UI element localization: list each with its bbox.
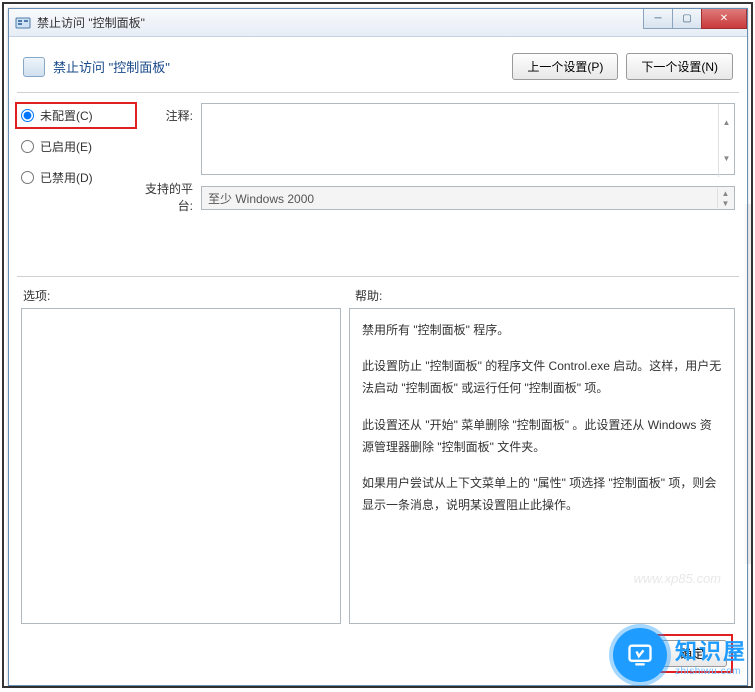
ok-button[interactable]: 确定 [657, 640, 727, 667]
side-shadow [743, 204, 751, 564]
policy-title: 禁止访问 "控制面板" [53, 57, 504, 76]
radio-enabled[interactable]: 已启用(E) [21, 138, 131, 155]
radio-disabled[interactable]: 已禁用(D) [21, 169, 131, 186]
radio-enabled-input[interactable] [21, 140, 34, 153]
help-panel: 禁用所有 "控制面板" 程序。 此设置防止 "控制面板" 的程序文件 Contr… [349, 308, 735, 624]
radio-enabled-label: 已启用(E) [40, 138, 92, 155]
supported-platform-field: 至少 Windows 2000 ▲▼ [201, 186, 735, 210]
radio-not-configured[interactable]: 未配置(C) [15, 102, 137, 129]
help-p3: 此设置还从 "开始" 菜单删除 "控制面板" 。此设置还从 Windows 资源… [362, 414, 722, 458]
titlebar: 禁止访问 "控制面板" ─ ▢ ✕ [9, 9, 747, 37]
close-button[interactable]: ✕ [701, 9, 747, 29]
ok-highlight-box: 确定 [651, 634, 733, 673]
help-p1: 禁用所有 "控制面板" 程序。 [362, 319, 722, 341]
header-row: 禁止访问 "控制面板" 上一个设置(P) 下一个设置(N) [17, 45, 739, 93]
next-setting-button[interactable]: 下一个设置(N) [626, 53, 733, 80]
minimize-button[interactable]: ─ [643, 9, 673, 29]
platform-label: 支持的平台: [131, 180, 193, 214]
help-p4: 如果用户尝试从上下文菜单上的 "属性" 项选择 "控制面板" 项，则会显示一条消… [362, 472, 722, 516]
radio-disabled-input[interactable] [21, 171, 34, 184]
platform-value: 至少 Windows 2000 [208, 192, 314, 206]
app-icon [15, 15, 31, 31]
radio-disabled-label: 已禁用(D) [40, 169, 93, 186]
comment-scroll[interactable]: ▲▼ [718, 104, 734, 177]
options-header: 选项: [21, 287, 355, 304]
comment-label: 注释: [131, 107, 193, 124]
options-panel [21, 308, 341, 624]
help-header: 帮助: [355, 287, 382, 304]
radio-not-configured-label: 未配置(C) [40, 107, 93, 124]
footer: 确定 [17, 624, 739, 677]
policy-icon [23, 57, 45, 77]
maximize-button[interactable]: ▢ [672, 9, 702, 29]
prev-setting-button[interactable]: 上一个设置(P) [512, 53, 618, 80]
dialog-window: 禁止访问 "控制面板" ─ ▢ ✕ 禁止访问 "控制面板" 上一个设置(P) 下… [8, 8, 748, 686]
radio-not-configured-input[interactable] [21, 109, 34, 122]
help-p2: 此设置防止 "控制面板" 的程序文件 Control.exe 启动。这样，用户无… [362, 355, 722, 399]
platform-scroll[interactable]: ▲▼ [717, 188, 733, 208]
window-title: 禁止访问 "控制面板" [37, 14, 145, 31]
comment-textarea[interactable] [201, 103, 735, 175]
